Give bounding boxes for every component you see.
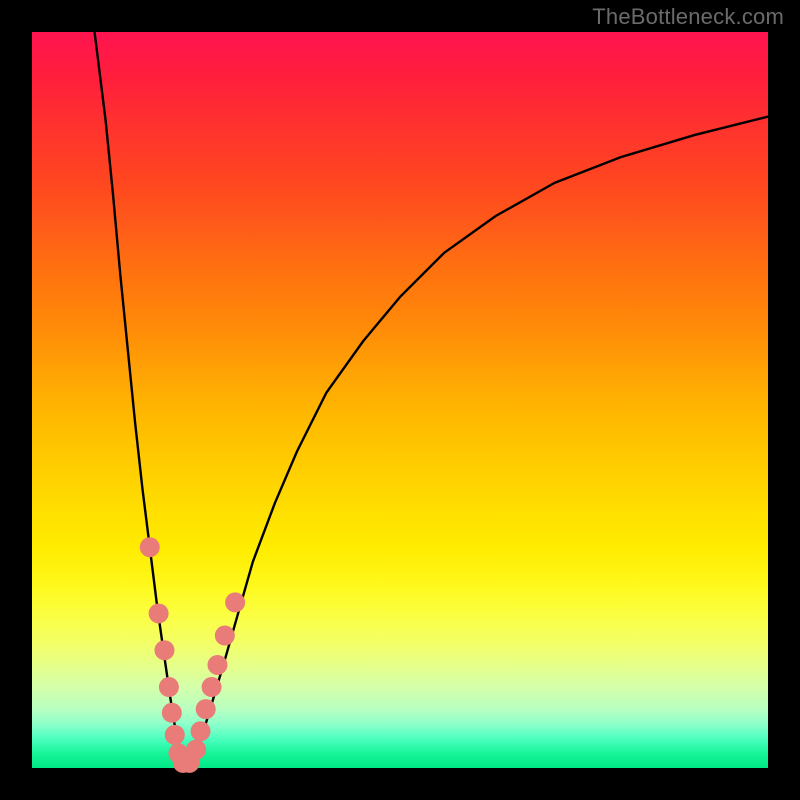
curve-right-branch [194, 117, 768, 765]
data-marker [196, 699, 216, 719]
watermark-text: TheBottleneck.com [592, 4, 784, 30]
curve-overlay [0, 0, 800, 800]
data-marker [202, 677, 222, 697]
data-marker [162, 703, 182, 723]
data-marker [215, 626, 235, 646]
data-marker [159, 677, 179, 697]
data-marker [149, 603, 169, 623]
data-marker [191, 721, 211, 741]
data-marker [207, 655, 227, 675]
data-marker [140, 537, 160, 557]
data-marker [186, 740, 206, 760]
data-marker [225, 592, 245, 612]
outer-frame: TheBottleneck.com [0, 0, 800, 800]
data-marker [154, 640, 174, 660]
data-marker [165, 725, 185, 745]
